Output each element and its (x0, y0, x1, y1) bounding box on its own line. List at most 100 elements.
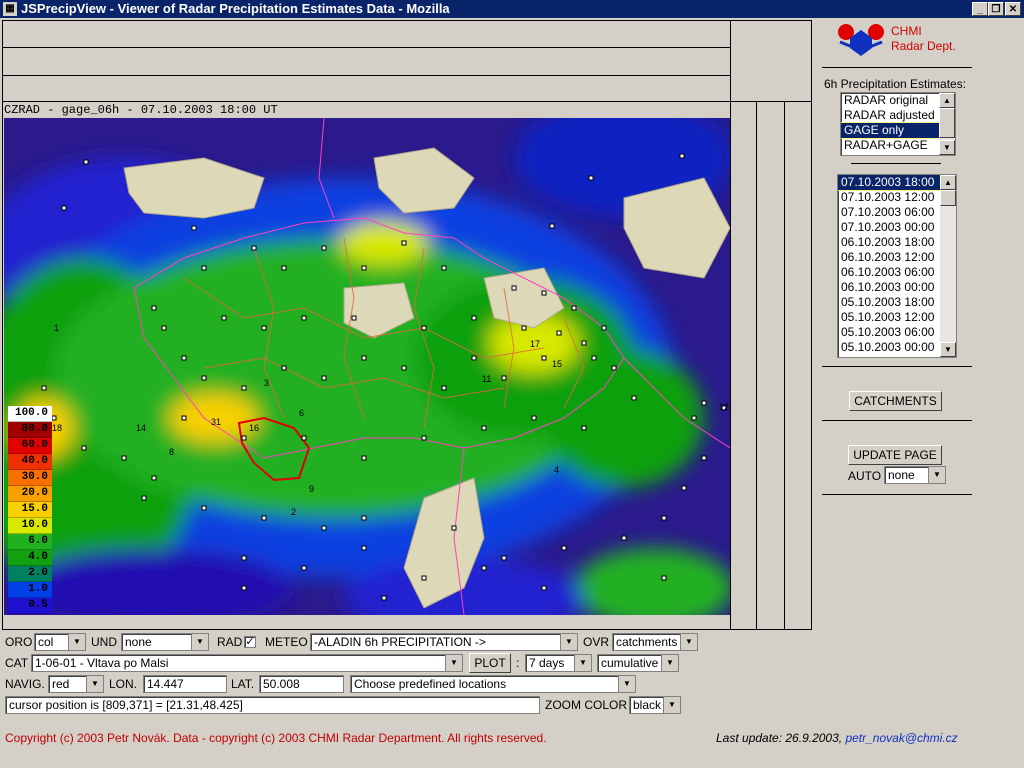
zoom-color-select[interactable]: black ▼ (629, 696, 681, 714)
station-marker[interactable] (631, 395, 637, 401)
minimize-button[interactable]: _ (972, 2, 988, 16)
lat-input[interactable]: 50.008 (259, 675, 344, 693)
station-marker[interactable] (541, 355, 547, 361)
station-marker[interactable] (421, 325, 427, 331)
station-marker[interactable] (621, 535, 627, 541)
dates-option[interactable]: 05.10.2003 12:00 (838, 310, 956, 325)
dates-option[interactable]: 07.10.2003 18:00 (838, 175, 956, 191)
station-marker[interactable] (661, 515, 667, 521)
station-marker[interactable] (281, 365, 287, 371)
station-marker[interactable] (701, 400, 707, 406)
station-marker[interactable] (161, 325, 167, 331)
station-marker[interactable] (681, 485, 687, 491)
station-marker[interactable] (321, 375, 327, 381)
station-marker[interactable] (191, 225, 197, 231)
dates-option[interactable]: 06.10.2003 06:00 (838, 265, 956, 280)
mode-select[interactable]: cumulative ▼ (597, 654, 679, 672)
scroll-down-icon[interactable]: ▼ (940, 342, 956, 357)
station-marker[interactable] (181, 415, 187, 421)
radar-map-canvas[interactable]: 18 14 31 16 8 9 6 11 17 15 4 2 1 3 12 (4, 118, 730, 615)
station-marker[interactable] (421, 435, 427, 441)
station-marker[interactable] (301, 315, 307, 321)
station-marker[interactable] (51, 415, 57, 421)
estimates-option[interactable]: RADAR original (841, 93, 955, 108)
station-marker[interactable] (501, 555, 507, 561)
station-marker[interactable] (361, 545, 367, 551)
dates-listbox[interactable]: 07.10.2003 18:00 07.10.2003 12:00 07.10.20… (837, 174, 957, 358)
station-marker[interactable] (521, 325, 527, 331)
station-marker[interactable] (361, 355, 367, 361)
dates-option[interactable]: 06.10.2003 18:00 (838, 235, 956, 250)
rad-checkbox[interactable]: ✓ (244, 636, 256, 648)
station-marker[interactable] (301, 435, 307, 441)
chevron-down-icon[interactable]: ▼ (560, 634, 577, 650)
station-marker[interactable] (61, 205, 67, 211)
oro-select[interactable]: col ▼ (34, 633, 86, 651)
station-marker[interactable] (561, 545, 567, 551)
station-marker[interactable] (261, 515, 267, 521)
estimates-scrollbar[interactable]: ▲ ▼ (939, 93, 955, 155)
station-marker[interactable] (421, 575, 427, 581)
maximize-button[interactable]: ❐ (988, 2, 1004, 16)
station-marker[interactable] (321, 245, 327, 251)
radar-map[interactable]: 18 14 31 16 8 9 6 11 17 15 4 2 1 3 12 10… (4, 118, 730, 615)
station-marker[interactable] (481, 565, 487, 571)
email-link[interactable]: petr_novak@chmi.cz (845, 731, 957, 745)
grid-icon[interactable]: ▦ (3, 2, 17, 16)
station-marker[interactable] (581, 425, 587, 431)
estimates-option[interactable]: GAGE only (841, 122, 955, 139)
station-marker[interactable] (591, 355, 597, 361)
chevron-down-icon[interactable]: ▼ (445, 655, 462, 671)
station-marker[interactable] (601, 325, 607, 331)
catchments-button[interactable]: CATCHMENTS (849, 391, 942, 411)
station-marker[interactable] (401, 365, 407, 371)
station-marker[interactable] (501, 375, 507, 381)
station-marker[interactable] (241, 385, 247, 391)
estimates-option[interactable]: RADAR adjusted (841, 108, 955, 123)
station-marker[interactable] (141, 495, 147, 501)
station-marker[interactable] (661, 575, 667, 581)
station-marker[interactable] (151, 475, 157, 481)
chevron-down-icon[interactable]: ▼ (574, 655, 591, 671)
station-marker[interactable] (201, 375, 207, 381)
station-marker[interactable] (361, 265, 367, 271)
station-marker[interactable] (541, 290, 547, 296)
dates-scrollbar[interactable]: ▲ ▼ (940, 175, 956, 357)
scroll-down-icon[interactable]: ▼ (939, 140, 955, 155)
station-marker[interactable] (571, 305, 577, 311)
station-marker[interactable] (511, 285, 517, 291)
station-marker[interactable] (241, 435, 247, 441)
station-marker[interactable] (381, 595, 387, 601)
und-select[interactable]: none ▼ (121, 633, 209, 651)
scroll-up-icon[interactable]: ▲ (939, 93, 955, 108)
station-marker[interactable] (181, 355, 187, 361)
plot-button[interactable]: PLOT (469, 653, 511, 673)
station-marker[interactable] (351, 315, 357, 321)
dates-option[interactable]: 07.10.2003 12:00 (838, 190, 956, 205)
station-marker[interactable] (701, 455, 707, 461)
station-marker[interactable] (691, 415, 697, 421)
period-select[interactable]: 7 days ▼ (525, 654, 592, 672)
scroll-thumb[interactable] (940, 190, 956, 206)
station-marker[interactable] (401, 240, 407, 246)
station-marker[interactable] (201, 505, 207, 511)
station-marker[interactable] (441, 265, 447, 271)
station-marker[interactable] (556, 330, 562, 336)
station-marker[interactable] (441, 385, 447, 391)
chevron-down-icon[interactable]: ▼ (661, 655, 678, 671)
station-marker[interactable] (611, 365, 617, 371)
station-marker[interactable] (679, 153, 685, 159)
dates-option[interactable]: 05.10.2003 18:00 (838, 295, 956, 310)
chevron-down-icon[interactable]: ▼ (680, 634, 697, 650)
station-marker[interactable] (481, 425, 487, 431)
meteo-select[interactable]: -ALADIN 6h PRECIPITATION -> ▼ (310, 633, 578, 651)
station-marker[interactable] (471, 355, 477, 361)
chevron-down-icon[interactable]: ▼ (663, 697, 680, 713)
locations-select[interactable]: Choose predefined locations ▼ (350, 675, 636, 693)
station-marker[interactable] (281, 265, 287, 271)
ovr-select[interactable]: catchments ▼ (612, 633, 698, 651)
dates-option[interactable]: 05.10.2003 00:00 (838, 340, 956, 355)
station-marker[interactable] (81, 445, 87, 451)
catchment-select[interactable]: 1-06-01 - Vltava po Malsi ▼ (31, 654, 463, 672)
station-marker[interactable] (541, 585, 547, 591)
